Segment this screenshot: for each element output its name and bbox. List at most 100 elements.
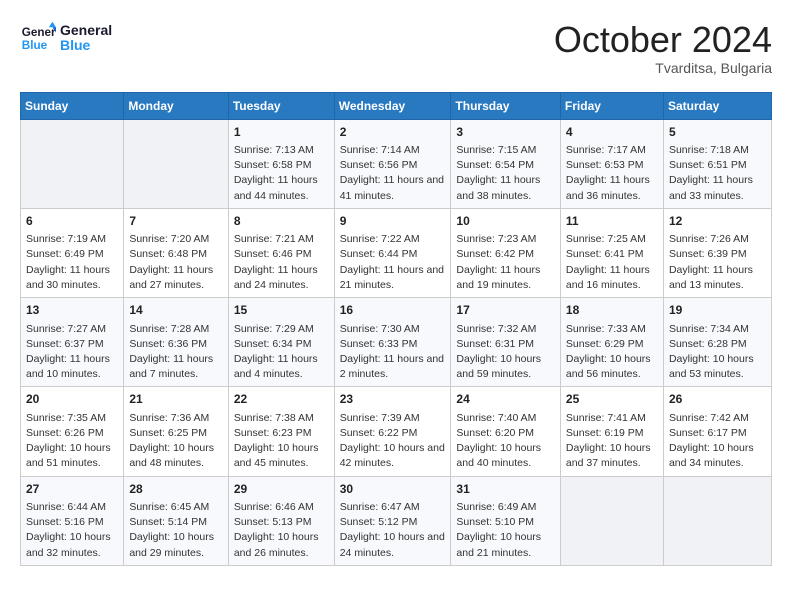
day-number: 1 <box>234 124 329 141</box>
calendar-cell: 30 Sunrise: 6:47 AM Sunset: 5:12 PM Dayli… <box>334 476 451 565</box>
calendar-cell <box>560 476 663 565</box>
day-info: Sunrise: 7:13 AM Sunset: 6:58 PM Dayligh… <box>234 143 329 204</box>
day-info: Sunrise: 6:47 AM Sunset: 5:12 PM Dayligh… <box>340 500 446 561</box>
calendar-cell: 28 Sunrise: 6:45 AM Sunset: 5:14 PM Dayli… <box>124 476 228 565</box>
calendar-cell: 21 Sunrise: 7:36 AM Sunset: 6:25 PM Dayli… <box>124 387 228 476</box>
day-info: Sunrise: 7:32 AM Sunset: 6:31 PM Dayligh… <box>456 322 555 383</box>
day-info: Sunrise: 7:17 AM Sunset: 6:53 PM Dayligh… <box>566 143 658 204</box>
calendar-cell: 1 Sunrise: 7:13 AM Sunset: 6:58 PM Daylig… <box>228 119 334 208</box>
day-number: 13 <box>26 302 118 319</box>
day-info: Sunrise: 7:35 AM Sunset: 6:26 PM Dayligh… <box>26 411 118 472</box>
day-info: Sunrise: 6:44 AM Sunset: 5:16 PM Dayligh… <box>26 500 118 561</box>
weekday-header-row: SundayMondayTuesdayWednesdayThursdayFrid… <box>21 92 772 119</box>
day-info: Sunrise: 7:25 AM Sunset: 6:41 PM Dayligh… <box>566 232 658 293</box>
day-number: 2 <box>340 124 446 141</box>
weekday-header-tuesday: Tuesday <box>228 92 334 119</box>
logo-blue: Blue <box>60 38 112 53</box>
calendar-cell <box>21 119 124 208</box>
calendar-cell: 22 Sunrise: 7:38 AM Sunset: 6:23 PM Dayli… <box>228 387 334 476</box>
calendar-cell: 5 Sunrise: 7:18 AM Sunset: 6:51 PM Daylig… <box>663 119 771 208</box>
day-info: Sunrise: 7:23 AM Sunset: 6:42 PM Dayligh… <box>456 232 555 293</box>
location-subtitle: Tvarditsa, Bulgaria <box>554 60 772 76</box>
calendar-week-row: 1 Sunrise: 7:13 AM Sunset: 6:58 PM Daylig… <box>21 119 772 208</box>
calendar-cell: 27Sunrise: 6:44 AM Sunset: 5:16 PM Dayli… <box>21 476 124 565</box>
logo-general: General <box>60 23 112 38</box>
calendar-cell: 11Sunrise: 7:25 AM Sunset: 6:41 PM Dayli… <box>560 208 663 297</box>
day-number: 8 <box>234 213 329 230</box>
day-number: 18 <box>566 302 658 319</box>
day-number: 28 <box>129 481 222 498</box>
calendar-week-row: 13 Sunrise: 7:27 AM Sunset: 6:37 PM Dayli… <box>21 298 772 387</box>
day-info: Sunrise: 6:46 AM Sunset: 5:13 PM Dayligh… <box>234 500 329 561</box>
day-info: Sunrise: 7:15 AM Sunset: 6:54 PM Dayligh… <box>456 143 555 204</box>
calendar-cell: 17 Sunrise: 7:32 AM Sunset: 6:31 PM Dayli… <box>451 298 561 387</box>
svg-text:General: General <box>22 26 56 39</box>
day-number: 19 <box>669 302 766 319</box>
calendar-cell: 19 Sunrise: 7:34 AM Sunset: 6:28 PM Dayli… <box>663 298 771 387</box>
calendar-cell: 24 Sunrise: 7:40 AM Sunset: 6:20 PM Dayli… <box>451 387 561 476</box>
calendar-cell: 23 Sunrise: 7:39 AM Sunset: 6:22 PM Dayli… <box>334 387 451 476</box>
day-number: 5 <box>669 124 766 141</box>
day-info: Sunrise: 7:39 AM Sunset: 6:22 PM Dayligh… <box>340 411 446 472</box>
day-info: Sunrise: 7:36 AM Sunset: 6:25 PM Dayligh… <box>129 411 222 472</box>
day-info: Sunrise: 7:42 AM Sunset: 6:17 PM Dayligh… <box>669 411 766 472</box>
day-info: Sunrise: 7:40 AM Sunset: 6:20 PM Dayligh… <box>456 411 555 472</box>
day-number: 30 <box>340 481 446 498</box>
weekday-header-friday: Friday <box>560 92 663 119</box>
calendar-cell: 8 Sunrise: 7:21 AM Sunset: 6:46 PM Daylig… <box>228 208 334 297</box>
day-info: Sunrise: 7:27 AM Sunset: 6:37 PM Dayligh… <box>26 322 118 383</box>
day-number: 21 <box>129 391 222 408</box>
calendar-cell: 15Sunrise: 7:29 AM Sunset: 6:34 PM Dayli… <box>228 298 334 387</box>
day-info: Sunrise: 7:26 AM Sunset: 6:39 PM Dayligh… <box>669 232 766 293</box>
day-info: Sunrise: 7:41 AM Sunset: 6:19 PM Dayligh… <box>566 411 658 472</box>
day-info: Sunrise: 7:22 AM Sunset: 6:44 PM Dayligh… <box>340 232 446 293</box>
day-number: 6 <box>26 213 118 230</box>
month-title: October 2024 <box>554 20 772 60</box>
day-number: 14 <box>129 302 222 319</box>
day-number: 20 <box>26 391 118 408</box>
weekday-header-thursday: Thursday <box>451 92 561 119</box>
weekday-header-wednesday: Wednesday <box>334 92 451 119</box>
day-info: Sunrise: 6:45 AM Sunset: 5:14 PM Dayligh… <box>129 500 222 561</box>
day-number: 10 <box>456 213 555 230</box>
calendar-cell <box>124 119 228 208</box>
day-info: Sunrise: 7:18 AM Sunset: 6:51 PM Dayligh… <box>669 143 766 204</box>
day-number: 23 <box>340 391 446 408</box>
calendar-cell: 25Sunrise: 7:41 AM Sunset: 6:19 PM Dayli… <box>560 387 663 476</box>
logo: General Blue General Blue <box>20 20 112 56</box>
calendar-cell: 29 Sunrise: 6:46 AM Sunset: 5:13 PM Dayli… <box>228 476 334 565</box>
day-number: 3 <box>456 124 555 141</box>
weekday-header-monday: Monday <box>124 92 228 119</box>
logo-icon: General Blue <box>20 20 56 56</box>
day-number: 31 <box>456 481 555 498</box>
day-info: Sunrise: 7:21 AM Sunset: 6:46 PM Dayligh… <box>234 232 329 293</box>
calendar-cell: 13 Sunrise: 7:27 AM Sunset: 6:37 PM Dayli… <box>21 298 124 387</box>
calendar-cell: 10 Sunrise: 7:23 AM Sunset: 6:42 PM Dayli… <box>451 208 561 297</box>
calendar-cell: 18Sunrise: 7:33 AM Sunset: 6:29 PM Dayli… <box>560 298 663 387</box>
day-number: 9 <box>340 213 446 230</box>
calendar-cell: 3 Sunrise: 7:15 AM Sunset: 6:54 PM Daylig… <box>451 119 561 208</box>
calendar-table: SundayMondayTuesdayWednesdayThursdayFrid… <box>20 92 772 566</box>
day-info: Sunrise: 7:38 AM Sunset: 6:23 PM Dayligh… <box>234 411 329 472</box>
calendar-cell: 9 Sunrise: 7:22 AM Sunset: 6:44 PM Daylig… <box>334 208 451 297</box>
calendar-cell: 31 Sunrise: 6:49 AM Sunset: 5:10 PM Dayli… <box>451 476 561 565</box>
day-info: Sunrise: 7:14 AM Sunset: 6:56 PM Dayligh… <box>340 143 446 204</box>
day-info: Sunrise: 7:29 AM Sunset: 6:34 PM Dayligh… <box>234 322 329 383</box>
day-number: 22 <box>234 391 329 408</box>
weekday-header-saturday: Saturday <box>663 92 771 119</box>
calendar-cell: 7Sunrise: 7:20 AM Sunset: 6:48 PM Daylig… <box>124 208 228 297</box>
calendar-cell: 12Sunrise: 7:26 AM Sunset: 6:39 PM Dayli… <box>663 208 771 297</box>
calendar-cell: 2 Sunrise: 7:14 AM Sunset: 6:56 PM Daylig… <box>334 119 451 208</box>
day-number: 17 <box>456 302 555 319</box>
calendar-cell: 20 Sunrise: 7:35 AM Sunset: 6:26 PM Dayli… <box>21 387 124 476</box>
calendar-cell: 26 Sunrise: 7:42 AM Sunset: 6:17 PM Dayli… <box>663 387 771 476</box>
day-info: Sunrise: 7:19 AM Sunset: 6:49 PM Dayligh… <box>26 232 118 293</box>
title-block: October 2024 Tvarditsa, Bulgaria <box>554 20 772 76</box>
svg-text:Blue: Blue <box>22 39 48 52</box>
day-info: Sunrise: 6:49 AM Sunset: 5:10 PM Dayligh… <box>456 500 555 561</box>
day-number: 26 <box>669 391 766 408</box>
day-number: 16 <box>340 302 446 319</box>
day-number: 24 <box>456 391 555 408</box>
day-info: Sunrise: 7:34 AM Sunset: 6:28 PM Dayligh… <box>669 322 766 383</box>
day-number: 29 <box>234 481 329 498</box>
